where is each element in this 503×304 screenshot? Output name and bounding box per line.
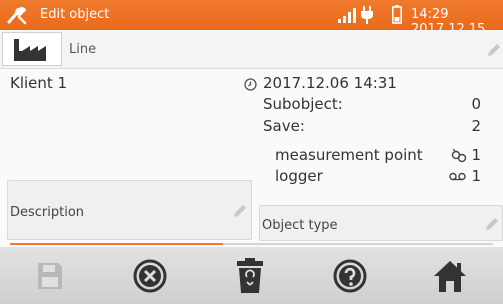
description-field[interactable]: Description [7, 180, 252, 240]
trash-icon [237, 257, 263, 293]
object-icon-box [2, 32, 62, 66]
save-icon [38, 262, 62, 289]
delete-button[interactable] [200, 247, 300, 304]
description-label: Description [10, 205, 85, 220]
logger-count: 1 [471, 167, 481, 185]
created-date: 2017.12.06 14:31 [263, 74, 397, 92]
line-label: Line [69, 42, 97, 57]
help-icon [333, 259, 367, 292]
client-name: Klient 1 [10, 74, 68, 92]
help-button[interactable] [300, 247, 400, 304]
factory-icon [14, 39, 46, 61]
clock-icon [244, 78, 257, 91]
pencil-icon[interactable] [486, 42, 502, 58]
home-button[interactable] [400, 247, 500, 304]
subobject-count: 0 [471, 95, 481, 113]
measurement-point-count: 1 [471, 146, 481, 164]
pencil-icon[interactable] [484, 216, 500, 232]
subobject-label: Subobject: [263, 95, 343, 113]
status-bar: Edit object 14:29 2017.12.15 [0, 0, 503, 37]
logger-label: logger [275, 167, 323, 185]
home-icon [434, 260, 466, 292]
window-title: Edit object [40, 7, 110, 22]
plug-icon [361, 6, 373, 24]
progress-bar [10, 243, 493, 245]
logger-icon [449, 172, 466, 181]
save-count: 2 [471, 117, 481, 135]
save-button[interactable] [0, 247, 100, 304]
cancel-button[interactable] [100, 247, 200, 304]
bottom-toolbar [0, 247, 503, 304]
object-type-field[interactable]: Object type [259, 205, 503, 241]
pencil-icon[interactable] [232, 203, 248, 219]
measurement-point-label: measurement point [275, 146, 423, 164]
object-type-label: Object type [262, 218, 338, 233]
save-label: Save: [263, 117, 305, 135]
close-icon [133, 259, 167, 292]
line-field[interactable]: Line [0, 30, 503, 69]
battery-icon [392, 5, 402, 24]
tools-icon [7, 7, 27, 25]
measurement-point-icon [451, 149, 467, 163]
signal-icon [338, 8, 356, 23]
progress-fill [10, 243, 223, 245]
